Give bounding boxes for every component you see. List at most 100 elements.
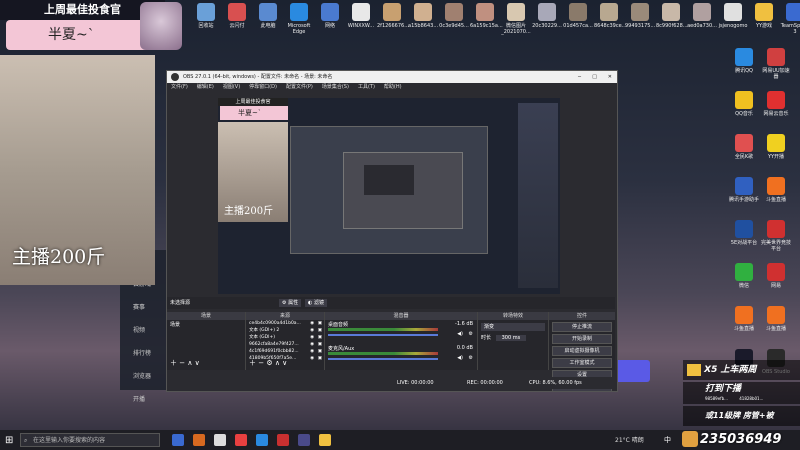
desktop-icon[interactable]: 腾讯QQ <box>729 48 759 74</box>
eye-icon[interactable]: ◉ <box>310 355 314 362</box>
windows-start-icon[interactable]: ⊞ <box>5 435 13 446</box>
control-button[interactable]: 停止推流 <box>552 322 612 332</box>
obs-menu-item[interactable]: 工具(T) <box>358 84 375 90</box>
obs-menu-item[interactable]: 配置文件(P) <box>286 84 313 90</box>
source-row[interactable]: 4c1f69d691f0cbb82... ◉ ▣ <box>246 348 324 355</box>
properties-button[interactable]: ⚙ 属性 <box>279 299 302 307</box>
obs-menu-item[interactable]: 编辑(E) <box>197 84 214 90</box>
duration-input[interactable]: 300 ms <box>495 335 527 341</box>
scene-item[interactable]: 场景 <box>167 320 245 329</box>
douyu-sidebar-item[interactable]: 开播 <box>120 388 166 411</box>
desktop-icon[interactable]: 网易 <box>761 263 791 289</box>
minimize-icon[interactable]: ─ <box>578 71 581 83</box>
scenes-toolbar[interactable]: ＋ − ∧ ∨ <box>170 358 200 368</box>
volume-slider[interactable] <box>328 358 438 360</box>
filters-button[interactable]: ◐ 滤镜 <box>305 299 327 307</box>
source-name: 文本 (GDI+) <box>249 335 275 340</box>
obs-menu-item[interactable]: 帮助(H) <box>384 84 402 90</box>
desktop-icon[interactable]: 斗鱼直播 <box>761 177 791 203</box>
douyu-sidebar-item[interactable]: 视频 <box>120 319 166 342</box>
desktop-icon[interactable]: 99493175... <box>625 3 655 29</box>
weather-widget[interactable]: 21°C 晴朗 <box>615 435 644 444</box>
source-row[interactable]: ce4b4c0900a4d1b0a... ◉ ▣ <box>246 320 324 327</box>
volume-slider[interactable] <box>328 334 438 336</box>
desktop-icon[interactable]: 20c30229... <box>532 3 562 29</box>
taskbar-app-icon[interactable] <box>256 434 268 446</box>
taskbar-app-icon[interactable] <box>277 434 289 446</box>
desktop-icon[interactable]: 6a159c15a... <box>470 3 503 29</box>
desktop-icon[interactable]: 8648c39ce... <box>594 3 626 29</box>
lock-icon[interactable]: ▣ <box>318 341 322 348</box>
desktop-icon[interactable]: Microsoft Edge <box>284 3 314 35</box>
obs-menu-item[interactable]: 视图(V) <box>223 84 240 90</box>
lock-icon[interactable]: ▣ <box>318 334 322 341</box>
douyu-sidebar-item[interactable]: 赛事 <box>120 296 166 319</box>
control-button[interactable]: 工作室模式 <box>552 358 612 368</box>
desktop-icon[interactable]: a15b8643... <box>408 3 438 29</box>
desktop-icon[interactable]: 腾讯手游助手 <box>729 177 759 203</box>
taskbar-app-icon[interactable] <box>235 434 247 446</box>
desktop-icon[interactable]: 此电脑 <box>253 3 283 29</box>
obs-menu-item[interactable]: 文件(F) <box>171 84 188 90</box>
lock-icon[interactable]: ▣ <box>318 327 322 334</box>
desktop-icon[interactable]: 云闪付 <box>222 3 252 29</box>
gear-icon[interactable]: ⚙ <box>469 331 473 337</box>
desktop-icon[interactable]: 网易云音乐 <box>761 91 791 117</box>
taskbar-app-icon[interactable] <box>193 434 205 446</box>
eye-icon[interactable]: ◉ <box>310 320 314 327</box>
desktop-icon[interactable]: 网易UU加速器 <box>761 48 791 80</box>
desktop-icon[interactable]: TeamSpeak 3 <box>780 3 800 35</box>
start-live-button[interactable] <box>615 360 650 382</box>
lock-icon[interactable]: ▣ <box>318 355 322 362</box>
ime-indicator[interactable]: 中 <box>664 435 671 445</box>
desktop-icon[interactable]: 5E对战平台 <box>729 220 759 246</box>
eye-icon[interactable]: ◉ <box>310 341 314 348</box>
source-row[interactable]: 9662cfa8a4e79f427... ◉ ▣ <box>246 341 324 348</box>
desktop-icon[interactable]: 0c3e9d45... <box>439 3 469 29</box>
douyu-sidebar-item[interactable]: 排行榜 <box>120 342 166 365</box>
sources-toolbar[interactable]: ＋ − ⚙ ∧ ∨ <box>249 358 287 368</box>
control-button[interactable]: 开始录制 <box>552 334 612 344</box>
speaker-icon[interactable]: ◀) <box>457 331 463 337</box>
taskbar-app-icon[interactable] <box>319 434 331 446</box>
desktop-icon[interactable]: 01d457ca... <box>563 3 593 29</box>
desktop-icon[interactable]: 完美世界竞技平台 <box>761 220 791 252</box>
obs-preview[interactable]: 上周最佳投食官 半夏~` 主播200斤 <box>218 98 560 294</box>
eye-icon[interactable]: ◉ <box>310 348 314 355</box>
desktop-icon[interactable]: WINXXW... <box>346 3 376 29</box>
control-button[interactable]: 启动虚拟摄像机 <box>552 346 612 356</box>
taskbar-app-icon[interactable] <box>298 434 310 446</box>
taskbar-app-icon[interactable] <box>214 434 226 446</box>
source-row[interactable]: 文本 (GDI+) ◉ ▣ <box>246 334 324 341</box>
desktop-icon[interactable]: 斗鱼直播 <box>729 306 759 332</box>
obs-menu-item[interactable]: 停靠窗口(D) <box>249 84 277 90</box>
desktop-icon[interactable]: 8c990f628... <box>656 3 688 29</box>
desktop-icon-image <box>352 3 370 21</box>
lock-icon[interactable]: ▣ <box>318 320 322 327</box>
taskbar-app-icon[interactable] <box>172 434 184 446</box>
desktop-icon[interactable]: aed0a730... <box>687 3 717 29</box>
desktop-icon[interactable]: 微信图片_2021070... <box>501 3 531 35</box>
source-row[interactable]: 文本 (GDI+) 2 ◉ ▣ <box>246 327 324 334</box>
desktop-icon[interactable]: 全民K歌 <box>729 134 759 160</box>
douyu-sidebar-item[interactable]: 浏览器 <box>120 365 166 388</box>
desktop-icon[interactable]: YY开播 <box>761 134 791 160</box>
desktop-icon[interactable]: 2f1266676... <box>377 3 409 29</box>
desktop-icon[interactable]: 斗鱼直播 <box>761 306 791 332</box>
desktop-icon[interactable]: YY游戏 <box>749 3 779 29</box>
gear-icon[interactable]: ⚙ <box>469 355 473 361</box>
transition-select[interactable]: 渐变 <box>481 323 545 331</box>
desktop-icon[interactable]: 回收站 <box>191 3 221 29</box>
desktop-icon[interactable]: jsjenogomo <box>718 3 748 29</box>
desktop-icon[interactable]: QQ音乐 <box>729 91 759 117</box>
taskbar-search-input[interactable]: ⌕ 在这里输入你要搜索的内容 <box>20 433 160 447</box>
desktop-icon[interactable]: 网络 <box>315 3 345 29</box>
eye-icon[interactable]: ◉ <box>310 327 314 334</box>
maximize-icon[interactable]: □ <box>592 71 597 83</box>
lock-icon[interactable]: ▣ <box>318 348 322 355</box>
close-icon[interactable]: ✕ <box>608 71 612 83</box>
eye-icon[interactable]: ◉ <box>310 334 314 341</box>
desktop-icon[interactable]: 微信 <box>729 263 759 289</box>
speaker-icon[interactable]: ◀) <box>457 355 463 361</box>
obs-menu-item[interactable]: 场景集合(S) <box>322 84 349 90</box>
